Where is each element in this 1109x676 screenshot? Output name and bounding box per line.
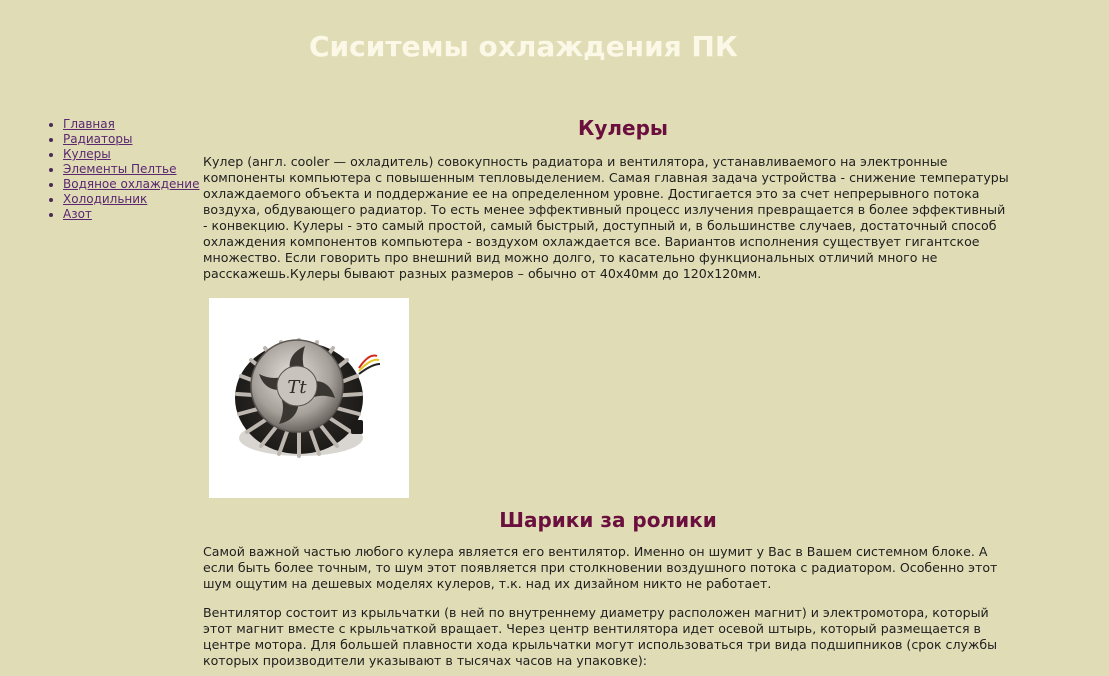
nav-item-nitrogen: Азот [63, 207, 213, 222]
section-heading-balls-rollers: Шарики за ролики [499, 508, 717, 532]
nav-link-home[interactable]: Главная [63, 117, 115, 131]
coolers-paragraph: Кулер (англ. cooler — охладитель) совоку… [203, 154, 1009, 281]
nav-item-peltier: Элементы Пелтье [63, 162, 213, 177]
nav-item-home: Главная [63, 117, 213, 132]
nav-link-refrigerator[interactable]: Холодильник [63, 192, 147, 206]
nav-link-radiators[interactable]: Радиаторы [63, 132, 132, 146]
cooler-fan-image: Tt [209, 298, 409, 498]
cooler-logo-text: Tt [287, 377, 307, 398]
nav-item-radiators: Радиаторы [63, 132, 213, 147]
nav-item-coolers: Кулеры [63, 147, 213, 162]
nav-link-peltier[interactable]: Элементы Пелтье [63, 162, 177, 176]
nav-item-refrigerator: Холодильник [63, 192, 213, 207]
nav-item-water-cooling: Водяное охлаждение [63, 177, 213, 192]
balls-paragraph-1: Самой важной частью любого кулера являет… [203, 544, 998, 591]
balls-paragraph-2: Вентилятор состоит из крыльчатки (в ней … [203, 605, 998, 668]
main-content: Кулеры Кулер (англ. cooler — охладитель)… [203, 115, 1013, 669]
main-navigation: Главная Радиаторы Кулеры Элементы Пелтье… [33, 117, 213, 222]
nav-link-nitrogen[interactable]: Азот [63, 207, 92, 221]
nav-link-water-cooling[interactable]: Водяное охлаждение [63, 177, 199, 191]
site-title: Сиситемы охлаждения ПК [309, 30, 738, 63]
nav-link-coolers[interactable]: Кулеры [63, 147, 111, 161]
section-heading-coolers: Кулеры [578, 116, 668, 140]
